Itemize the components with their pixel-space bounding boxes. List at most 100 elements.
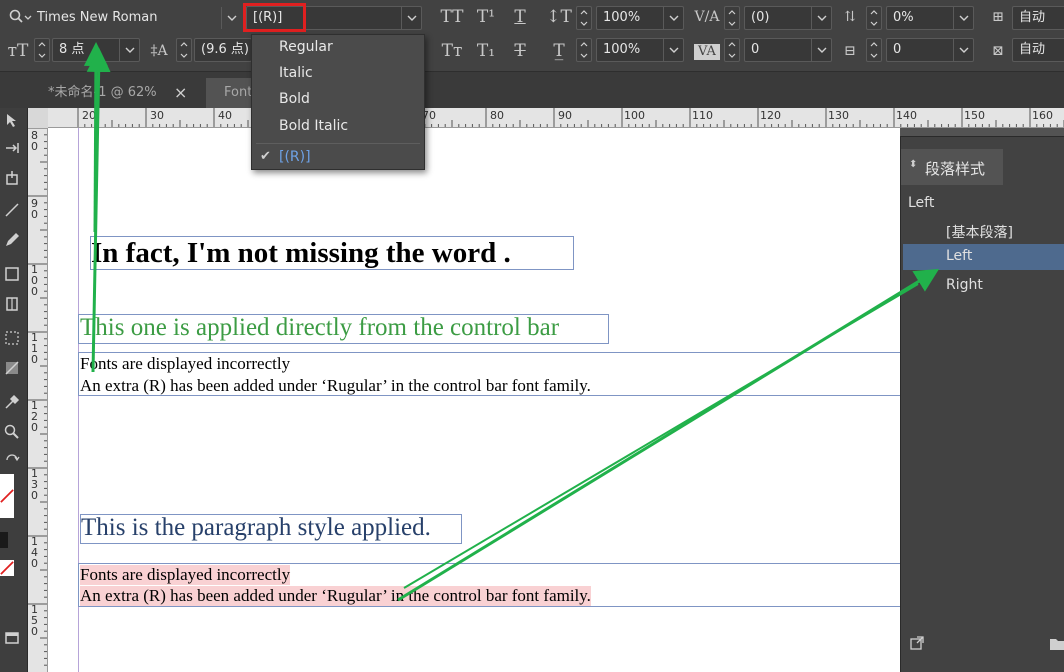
selection-tool-icon[interactable] <box>2 110 22 130</box>
strikethrough-icon[interactable]: T <box>508 40 532 62</box>
tab-untitled[interactable]: *未命名-1 @ 62% × <box>30 78 206 108</box>
heading-text: In fact, I'm not missing the word . <box>91 237 511 269</box>
style-item-right[interactable]: Right <box>946 277 983 293</box>
leading-value: (9.6 点) <box>201 42 249 57</box>
red-highlight-box <box>243 3 306 32</box>
superscript-icon[interactable]: T¹ <box>474 6 498 28</box>
none-swatch-icon[interactable] <box>0 560 14 576</box>
panel-collapse-icon[interactable]: ⬍ <box>909 159 917 170</box>
green-text-frame[interactable]: This one is applied directly from the co… <box>78 314 609 344</box>
vertical-scale-stepper[interactable] <box>576 6 592 30</box>
rectangle-tool-icon[interactable] <box>2 294 22 314</box>
body2-line1: Fonts are displayed incorrectly <box>80 565 291 585</box>
ruler-label: 30 <box>150 109 164 122</box>
ruler-corner[interactable] <box>28 108 48 128</box>
leading-input[interactable]: (9.6 点) <box>194 38 252 62</box>
gradient-tool-icon[interactable] <box>2 358 22 378</box>
pencil-tool-icon[interactable] <box>2 230 22 250</box>
swap-colors-icon[interactable] <box>2 452 22 472</box>
folder-icon[interactable] <box>1049 635 1064 653</box>
baseline-shift-stepper[interactable] <box>866 6 882 30</box>
load-styles-icon[interactable] <box>909 635 927 653</box>
font-size-value: 8 点 <box>59 42 85 57</box>
chevron-down-icon[interactable] <box>663 7 683 29</box>
horizontal-scale-input[interactable]: 100% <box>596 38 684 62</box>
ruler-label: 1 3 0 <box>31 467 38 502</box>
stroke-swatch-icon[interactable] <box>0 532 8 548</box>
ruler-label: 1 1 0 <box>31 331 38 366</box>
chevron-down-icon[interactable] <box>953 39 973 61</box>
screen-mode-icon[interactable] <box>2 628 22 648</box>
font-search-icon[interactable] <box>8 8 32 26</box>
line-tool-icon[interactable] <box>2 200 22 220</box>
gap-tool-icon[interactable] <box>2 138 22 158</box>
baseline-shift-input[interactable]: 0% <box>886 6 974 30</box>
kerning-stepper[interactable] <box>724 6 740 30</box>
panel-tab[interactable]: ⬍ 段落样式 <box>901 149 1003 185</box>
skew-input[interactable]: 0 <box>886 38 974 62</box>
zoom-tool-icon[interactable] <box>2 422 22 442</box>
blue-line-text: This is the paragraph style applied. <box>81 514 431 541</box>
check-icon: ✔ <box>260 149 271 164</box>
auto-field-2[interactable]: 自动 <box>1012 38 1064 62</box>
all-caps-icon[interactable]: TT <box>438 6 466 28</box>
chevron-down-icon[interactable] <box>663 39 683 61</box>
chevron-down-icon[interactable] <box>401 7 421 29</box>
blue-text-frame[interactable]: This is the paragraph style applied. <box>80 514 462 544</box>
tracking-input[interactable]: 0 <box>744 38 832 62</box>
ruler-label: 130 <box>828 109 849 122</box>
kerning-icon: V/A <box>694 9 720 25</box>
font-family-field[interactable]: Times New Roman <box>30 6 242 30</box>
auto-value-2: 自动 <box>1019 42 1046 57</box>
vertical-scale-input[interactable]: 100% <box>596 6 684 30</box>
style-item-left-row[interactable]: Left <box>903 244 1064 270</box>
menu-separator <box>256 143 420 144</box>
style-item-left: Left <box>946 248 973 264</box>
content-collector-icon[interactable] <box>2 168 22 188</box>
body-text-frame-1[interactable]: Fonts are displayed incorrectly An extra… <box>78 352 900 396</box>
horizontal-ruler[interactable]: 20 30 40 70 80 90 100 110 120 130 140 15… <box>48 108 1064 128</box>
ruler-label: 120 <box>760 109 781 122</box>
vertical-scale-icon: ↕T <box>546 7 572 27</box>
body-text-frame-2[interactable]: Fonts are displayed incorrectly An extra… <box>78 563 900 607</box>
document-page[interactable]: In fact, I'm not missing the word . This… <box>48 128 900 672</box>
document-tab-bar: *未命名-1 @ 62% × Font <box>0 72 1064 108</box>
leading-stepper[interactable] <box>176 38 192 62</box>
menu-item-regular[interactable]: Regular <box>279 39 333 55</box>
chevron-down-icon[interactable] <box>119 39 139 61</box>
underline-icon[interactable]: T <box>508 6 532 28</box>
horizontal-scale-stepper[interactable] <box>576 38 592 62</box>
rectangle-frame-icon[interactable] <box>2 264 22 284</box>
menu-item-bold[interactable]: Bold <box>279 91 310 107</box>
fill-swatch-icon[interactable] <box>0 474 14 518</box>
heading-text-frame[interactable]: In fact, I'm not missing the word . <box>90 236 574 270</box>
skew-icon: ⊟ <box>844 43 856 59</box>
font-size-input[interactable]: 8 点 <box>52 38 140 62</box>
skew-stepper[interactable] <box>866 38 882 62</box>
menu-item-bold-italic[interactable]: Bold Italic <box>279 118 348 134</box>
vertical-ruler[interactable]: 8 0 9 0 1 0 0 1 1 0 1 2 0 1 3 0 1 4 0 1 … <box>28 128 48 672</box>
tracking-value: 0 <box>751 42 760 57</box>
close-icon[interactable]: × <box>174 78 187 108</box>
menu-item-r-selected[interactable]: [(R)] <box>279 149 311 165</box>
small-caps-icon[interactable]: Tт <box>438 40 466 62</box>
chevron-down-icon[interactable] <box>811 39 831 61</box>
ruler-label: 20 <box>82 109 96 122</box>
style-item-basic[interactable]: [基本段落] <box>946 222 1013 242</box>
chevron-down-icon[interactable] <box>811 7 831 29</box>
subscript-icon[interactable]: T₁ <box>474 40 498 62</box>
font-size-stepper[interactable] <box>34 38 50 62</box>
chevron-down-icon[interactable] <box>221 7 241 29</box>
body2-line2: An extra (R) has been added under ‘Rugul… <box>80 586 591 606</box>
auto-field-1[interactable]: 自动 <box>1012 6 1064 30</box>
eyedropper-icon[interactable] <box>2 392 22 412</box>
green-line-text: This one is applied directly from the co… <box>80 314 560 341</box>
ruler-label: 1 0 0 <box>31 263 38 298</box>
horizontal-scale-icon: T̲ <box>553 41 565 61</box>
kerning-input[interactable]: (0) <box>744 6 832 30</box>
chevron-down-icon[interactable] <box>953 7 973 29</box>
menu-item-italic[interactable]: Italic <box>279 65 313 81</box>
tracking-stepper[interactable] <box>724 38 740 62</box>
free-transform-icon[interactable] <box>2 328 22 348</box>
skew-value: 0 <box>893 42 902 57</box>
